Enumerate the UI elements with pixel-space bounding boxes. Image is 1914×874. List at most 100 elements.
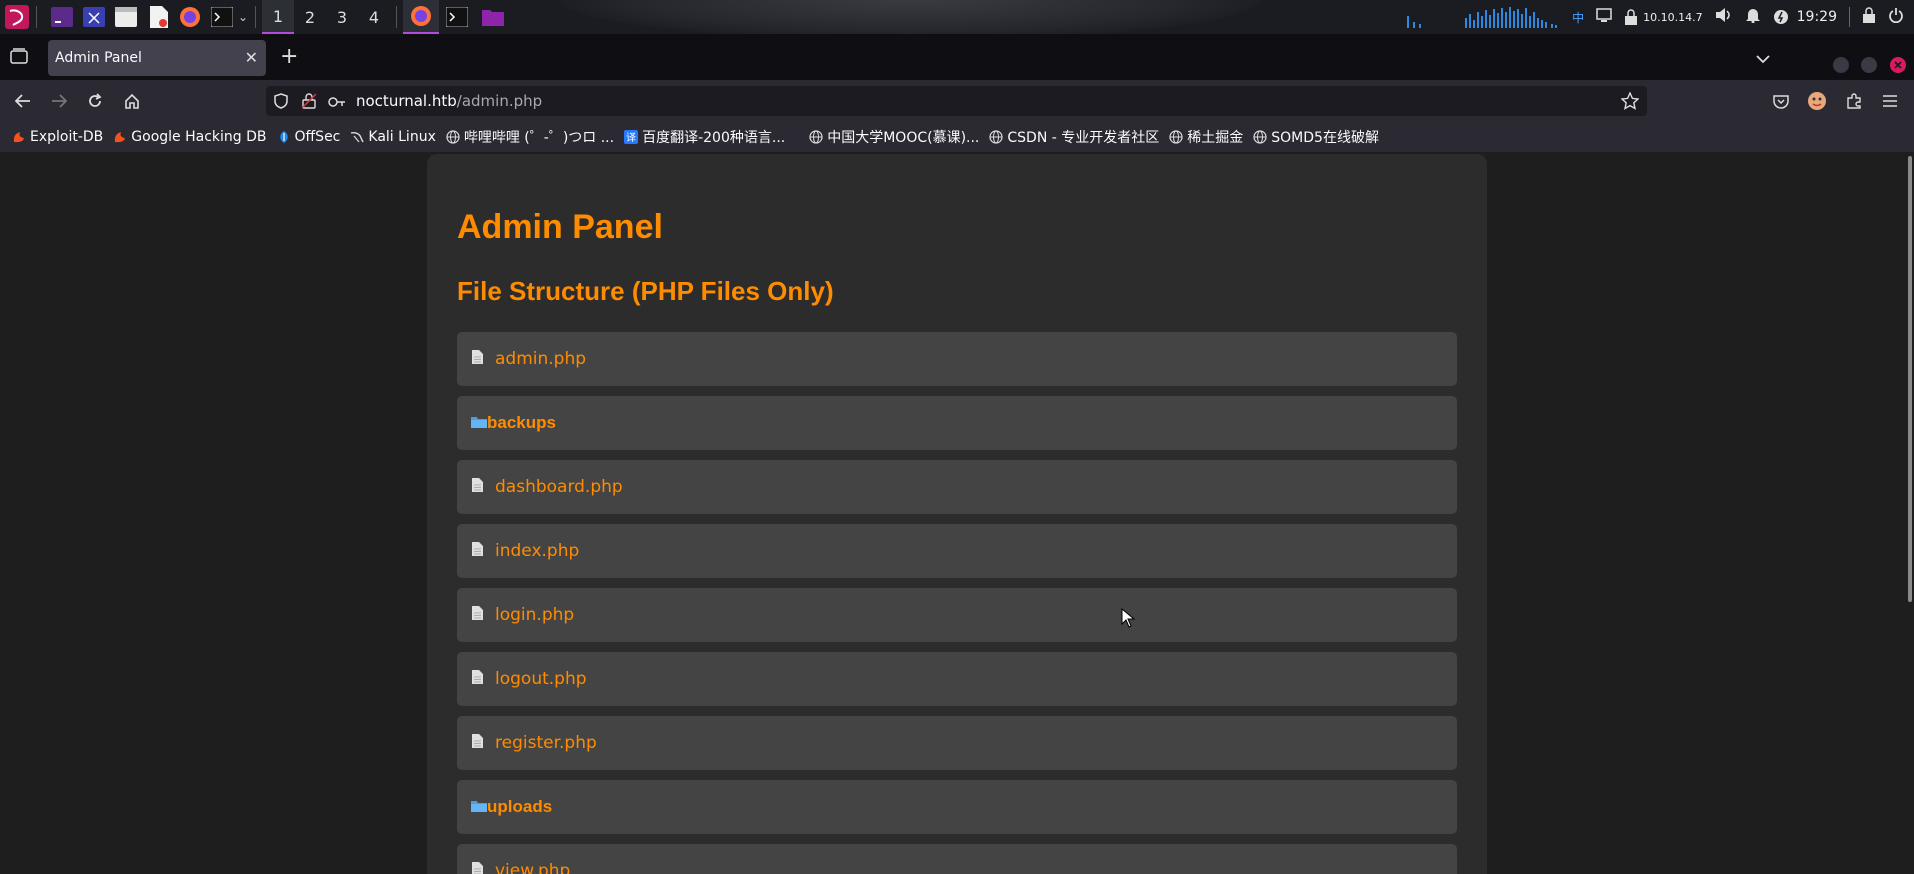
firefox-launcher-icon[interactable] bbox=[177, 4, 203, 30]
offsec-icon bbox=[277, 130, 291, 144]
globe-icon bbox=[989, 129, 1003, 144]
folder-name[interactable]: backups bbox=[487, 413, 556, 433]
file-icon bbox=[471, 349, 483, 369]
volume-icon[interactable] bbox=[1715, 7, 1733, 27]
display-icon[interactable] bbox=[1596, 8, 1612, 26]
workspace-1[interactable]: 1 bbox=[262, 0, 294, 34]
file-icon bbox=[471, 477, 483, 497]
bookmark-label: 哔哩哔哩 (゜-゜)つロ ... bbox=[463, 129, 615, 146]
home-button[interactable] bbox=[121, 90, 143, 112]
folder-item-uploads[interactable]: uploads bbox=[457, 780, 1457, 834]
url-text[interactable]: nocturnal.htb/admin.php bbox=[356, 92, 542, 110]
file-item-register[interactable]: register.php bbox=[457, 716, 1457, 770]
input-method-indicator[interactable]: 中 bbox=[1572, 9, 1584, 26]
file-item-view[interactable]: view.php bbox=[457, 844, 1457, 874]
list-all-tabs-icon[interactable] bbox=[1756, 49, 1770, 68]
folder-name[interactable]: uploads bbox=[487, 797, 552, 817]
firefox-view-icon[interactable] bbox=[10, 48, 28, 68]
back-button[interactable] bbox=[12, 90, 34, 112]
taskbar-separator bbox=[255, 6, 256, 28]
bookmark-label: 稀土掘金 bbox=[1187, 129, 1244, 146]
terminal-app-icon[interactable] bbox=[49, 4, 75, 30]
minimize-window-button[interactable] bbox=[1833, 57, 1849, 73]
file-link[interactable]: dashboard.php bbox=[495, 477, 623, 497]
clock-time: 19:29 bbox=[1796, 9, 1837, 25]
page-scrollbar[interactable] bbox=[1908, 156, 1912, 602]
forward-button[interactable] bbox=[48, 90, 70, 112]
file-item-login[interactable]: login.php bbox=[457, 588, 1457, 642]
file-item-logout[interactable]: logout.php bbox=[457, 652, 1457, 706]
workspace-2[interactable]: 2 bbox=[294, 0, 326, 34]
file-link[interactable]: register.php bbox=[495, 733, 597, 753]
bookmark-baidu-translate[interactable]: 译 百度翻译-200种语言... bbox=[624, 127, 785, 147]
power-manager-icon bbox=[1773, 10, 1788, 24]
bookmark-exploit-db[interactable]: Exploit-DB bbox=[12, 129, 103, 145]
power-icon[interactable] bbox=[1888, 7, 1904, 27]
tab-title: Admin Panel bbox=[55, 50, 142, 66]
reload-button[interactable] bbox=[84, 90, 106, 112]
file-item-dashboard[interactable]: dashboard.php bbox=[457, 460, 1457, 514]
bookmark-mooc[interactable]: 中国大学MOOC(慕课)... bbox=[809, 127, 979, 147]
bookmark-somd5[interactable]: SOMD5在线破解 bbox=[1253, 127, 1379, 147]
kali-menu-icon[interactable] bbox=[4, 4, 30, 30]
bookmark-google-hacking-db[interactable]: Google Hacking DB bbox=[113, 129, 267, 145]
task-folder-window[interactable] bbox=[475, 0, 511, 34]
bookmark-juejin[interactable]: 稀土掘金 bbox=[1169, 127, 1243, 147]
workspace-3[interactable]: 3 bbox=[326, 0, 358, 34]
chevron-down-icon[interactable]: ⌄ bbox=[237, 4, 249, 30]
tray-separator bbox=[1849, 7, 1850, 27]
bookmark-label: 百度翻译-200种语言... bbox=[642, 129, 786, 146]
url-path: /admin.php bbox=[456, 92, 543, 110]
lock-screen-icon[interactable] bbox=[1862, 7, 1876, 27]
file-link[interactable]: login.php bbox=[495, 605, 574, 625]
file-link[interactable]: index.php bbox=[495, 541, 579, 561]
file-link[interactable]: view.php bbox=[495, 861, 570, 874]
page-viewport: Admin Panel File Structure (PHP Files On… bbox=[0, 152, 1914, 874]
new-tab-button[interactable]: + bbox=[280, 46, 298, 68]
tab-close-icon[interactable]: ✕ bbox=[245, 48, 258, 67]
pocket-icon[interactable] bbox=[1770, 90, 1792, 112]
vpn-status[interactable]: 10.10.14.7 bbox=[1624, 9, 1703, 25]
bookmark-csdn[interactable]: CSDN - 专业开发者社区 bbox=[989, 127, 1159, 147]
bookmark-label: Exploit-DB bbox=[30, 128, 104, 145]
folder-item-backups[interactable]: backups bbox=[457, 396, 1457, 450]
maximize-window-button[interactable] bbox=[1861, 57, 1877, 73]
bookmark-bilibili[interactable]: 哔哩哔哩 (゜-゜)つロ ... bbox=[446, 127, 614, 147]
text-editor-icon[interactable] bbox=[145, 4, 171, 30]
clock[interactable]: 19:29 bbox=[1773, 9, 1837, 25]
insecure-lock-icon[interactable] bbox=[301, 93, 317, 113]
address-bar[interactable]: nocturnal.htb/admin.php bbox=[266, 86, 1647, 116]
bookmark-kali-linux[interactable]: Kali Linux bbox=[350, 129, 436, 145]
bookmark-label: 中国大学MOOC(慕课)... bbox=[827, 129, 980, 146]
file-link[interactable]: logout.php bbox=[495, 669, 587, 689]
notifications-bell-icon[interactable] bbox=[1745, 7, 1761, 27]
terminal-launcher-icon[interactable] bbox=[209, 4, 235, 30]
file-icon bbox=[471, 669, 483, 689]
task-firefox-window[interactable] bbox=[403, 0, 439, 34]
vpn-lock-icon bbox=[1625, 9, 1638, 25]
network-graph bbox=[1405, 6, 1560, 28]
screenshot-app-icon[interactable] bbox=[81, 4, 107, 30]
bookmark-offsec[interactable]: OffSec bbox=[277, 129, 340, 145]
url-host: nocturnal.htb bbox=[356, 92, 457, 110]
tab-admin-panel[interactable]: Admin Panel ✕ bbox=[48, 40, 266, 76]
file-manager-icon[interactable] bbox=[113, 4, 139, 30]
key-permissions-icon[interactable] bbox=[328, 94, 346, 113]
file-item-admin[interactable]: admin.php bbox=[457, 332, 1457, 386]
hamburger-menu-icon[interactable] bbox=[1879, 90, 1901, 112]
close-window-button[interactable] bbox=[1890, 57, 1906, 73]
task-terminal-window[interactable] bbox=[439, 0, 475, 34]
extensions-puzzle-icon[interactable] bbox=[1843, 90, 1865, 112]
bookmark-star-icon[interactable] bbox=[1620, 91, 1640, 114]
globe-icon bbox=[446, 129, 460, 144]
file-icon bbox=[471, 541, 483, 561]
account-avatar-icon[interactable] bbox=[1806, 90, 1828, 112]
bookmark-label: SOMD5在线破解 bbox=[1271, 129, 1379, 146]
file-structure-heading: File Structure (PHP Files Only) bbox=[457, 276, 834, 306]
folder-icon bbox=[471, 413, 487, 433]
file-item-index[interactable]: index.php bbox=[457, 524, 1457, 578]
workspace-4[interactable]: 4 bbox=[358, 0, 390, 34]
tracking-shield-icon[interactable] bbox=[274, 93, 288, 113]
file-link[interactable]: admin.php bbox=[495, 349, 586, 369]
taskbar-separator bbox=[396, 6, 397, 28]
